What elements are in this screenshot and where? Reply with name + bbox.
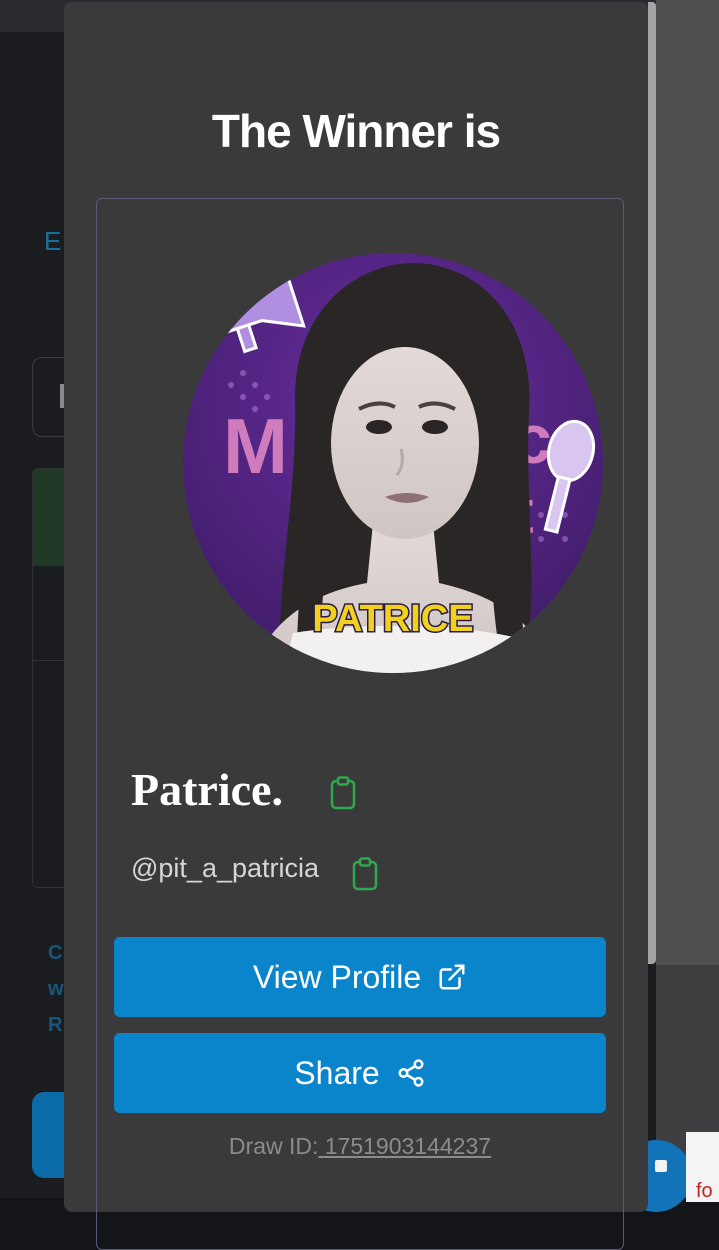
copy-handle-clipboard-icon[interactable] bbox=[351, 857, 379, 896]
winner-card: M c t bbox=[96, 198, 624, 1250]
avatar-caption: PATRICE bbox=[312, 598, 473, 640]
modal-scrollbar[interactable] bbox=[648, 2, 656, 964]
background-text: C bbox=[48, 942, 63, 964]
draw-id-link[interactable]: 1751903144237 bbox=[318, 1133, 491, 1159]
winner-handle: @pit_a_patricia bbox=[131, 853, 320, 883]
background-corner-text: fo bbox=[696, 1180, 713, 1202]
view-profile-button[interactable]: View Profile bbox=[114, 937, 606, 1017]
background-fab-icon bbox=[655, 1160, 667, 1172]
modal-title: The Winner is bbox=[211, 105, 501, 157]
share-label: Share bbox=[294, 1054, 380, 1091]
winner-display-name: Patrice. bbox=[131, 764, 283, 815]
svg-text:M: M bbox=[223, 402, 288, 490]
background-text: w bbox=[48, 978, 64, 1000]
view-profile-label: View Profile bbox=[252, 958, 422, 995]
background-link: E bbox=[44, 226, 62, 256]
share-icon bbox=[398, 1059, 424, 1087]
winner-avatar: M c t bbox=[183, 253, 603, 673]
winner-modal: The Winner is M c PATRICE Patrice. @pit_… bbox=[64, 2, 648, 1250]
draw-id-label: Draw ID: bbox=[228, 1133, 319, 1159]
copy-name-clipboard-icon[interactable] bbox=[329, 776, 357, 815]
draw-id: Draw ID: 1751903144237 bbox=[97, 1133, 623, 1160]
background-text: R bbox=[48, 1014, 63, 1036]
avatar-illustration: M c t bbox=[183, 253, 603, 673]
share-button[interactable]: Share bbox=[114, 1033, 606, 1113]
external-link-icon bbox=[439, 964, 465, 990]
